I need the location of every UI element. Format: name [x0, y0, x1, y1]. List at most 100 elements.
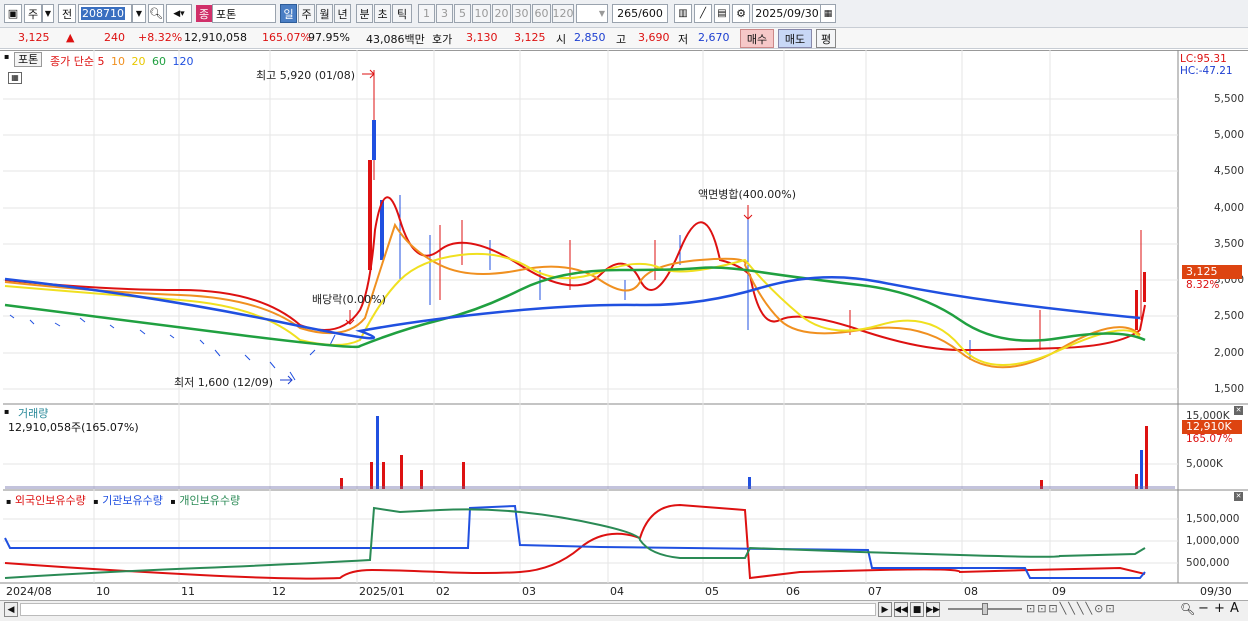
- zoom-in-icon[interactable]: +: [1214, 601, 1225, 616]
- count-field[interactable]: 265/600: [612, 4, 668, 23]
- period-second-label: 초: [377, 7, 388, 21]
- period-year-button[interactable]: 년: [334, 4, 351, 23]
- legend-bullet-icon: ▪: [170, 497, 176, 506]
- legend-bullet-icon: ▪: [6, 497, 12, 506]
- price-tick: 2,500: [1213, 310, 1244, 322]
- volume-current-tag: 12,910K: [1182, 420, 1242, 434]
- stock-tag[interactable]: 포톤: [14, 52, 43, 67]
- period-tick-button[interactable]: 틱: [392, 4, 412, 23]
- legend-bullet-icon: ▪: [93, 497, 99, 506]
- foreign-legend: 외국인보유수량: [14, 494, 86, 507]
- preset-30-button[interactable]: 30: [512, 4, 531, 23]
- draw-line-icon[interactable]: ╱: [694, 4, 712, 23]
- scope-select[interactable]: 전: [58, 4, 76, 23]
- preset-10-button[interactable]: 10: [472, 4, 491, 23]
- code-dropdown-icon[interactable]: ▼: [132, 4, 146, 23]
- institution-holdings-line: [4, 504, 1146, 579]
- low-label: 저: [678, 33, 689, 46]
- rewind-icon[interactable]: ◀◀: [894, 602, 908, 617]
- bid-label: 호가: [432, 33, 453, 46]
- volume-tick: 5,000K: [1186, 458, 1223, 470]
- sound-icon[interactable]: ◀▾: [166, 4, 192, 23]
- current-price: 3,125: [18, 31, 50, 44]
- sell-button[interactable]: 매도: [778, 29, 812, 48]
- preset-20-button[interactable]: 20: [492, 4, 511, 23]
- date-value: 2025/09/30: [755, 7, 819, 20]
- stock-name-field[interactable]: 포톤: [212, 4, 276, 23]
- period-second-button[interactable]: 초: [374, 4, 391, 23]
- preset-60-button[interactable]: 60: [532, 4, 551, 23]
- preset-3-label: 3: [441, 7, 448, 20]
- preset-3-button[interactable]: 3: [436, 4, 453, 23]
- search-icon[interactable]: 🔍︎: [148, 4, 164, 23]
- institution-legend: 기관보유수량: [102, 494, 163, 507]
- preset-dropdown-icon[interactable]: ▼: [576, 4, 608, 23]
- holdings-legend: ▪ 외국인보유수량 ▪ 기관보유수량 ▪ 개인보유수량: [6, 492, 240, 508]
- candle-type-icon[interactable]: ▥: [674, 4, 692, 23]
- date-field[interactable]: 2025/09/30: [752, 4, 822, 23]
- evaluate-button[interactable]: 평: [816, 29, 836, 48]
- change-percent: +8.32%: [138, 31, 183, 44]
- volume-menu-icon[interactable]: ▪: [4, 407, 9, 416]
- ma-title: 종가 단순: [50, 55, 94, 68]
- buy-label: 매수: [746, 32, 768, 46]
- code-input[interactable]: 208710: [78, 4, 132, 23]
- dividend-annotation: 배당락(0.00%): [312, 293, 386, 306]
- market-dropdown-icon[interactable]: ▼: [42, 4, 54, 23]
- volume-ratio: 165.07%: [262, 31, 311, 44]
- scroll-right-icon[interactable]: ▶: [878, 602, 892, 617]
- main-toolbar: ▣ 주 ▼ 전 208710 ▼ 🔍︎ ◀▾ 종 포톤 일 주 월 년 분 초 …: [0, 0, 1248, 28]
- holdings-tick: 1,500,000: [1186, 513, 1240, 525]
- volume-bars: [5, 416, 1175, 489]
- tool-icons[interactable]: ⊡⊡⊡╲╲╲╲⊙⊡: [1026, 602, 1117, 615]
- font-size-icon[interactable]: A: [1230, 601, 1239, 616]
- preset-5-label: 5: [459, 7, 466, 20]
- strength-value: 97.95%: [308, 31, 350, 44]
- scroll-left-icon[interactable]: ◀: [4, 602, 18, 617]
- preset-1-button[interactable]: 1: [418, 4, 435, 23]
- price-tick: 5,000: [1213, 129, 1244, 141]
- period-tick-label: 틱: [396, 7, 408, 21]
- stock-name: 포톤: [216, 7, 237, 21]
- x-label: 2024/08: [6, 585, 52, 598]
- open-price: 2,850: [574, 31, 606, 44]
- price-tick: 3,500: [1213, 238, 1244, 250]
- gear-icon[interactable]: ⚙: [732, 4, 750, 23]
- low-arrow-icon: [280, 375, 293, 385]
- volume-readout: 12,910,058주(165.07%): [8, 421, 139, 434]
- high-annotation: 최고 5,920 (01/08): [256, 69, 356, 82]
- dividend-arrow-icon: [345, 310, 355, 325]
- fast-forward-icon[interactable]: ▶▶: [926, 602, 940, 617]
- calendar-icon[interactable]: ▦: [820, 4, 836, 23]
- market-select[interactable]: 주: [24, 4, 42, 23]
- code-value: 208710: [81, 7, 125, 20]
- period-week-button[interactable]: 주: [298, 4, 315, 23]
- x-label: 12: [272, 585, 286, 598]
- preset-5-button[interactable]: 5: [454, 4, 471, 23]
- zoom-icon[interactable]: 🔍︎: [1180, 602, 1195, 616]
- window-menu-icon[interactable]: ▣: [4, 4, 22, 23]
- zoom-slider-handle[interactable]: [982, 603, 988, 615]
- scroll-track[interactable]: [20, 603, 876, 616]
- period-day-button[interactable]: 일: [280, 4, 297, 23]
- price-tick: 2,000: [1213, 347, 1244, 359]
- count-value: 265: [617, 7, 639, 20]
- chart-canvas: [0, 50, 1248, 584]
- candlesticks: [9, 70, 1146, 381]
- period-minute-button[interactable]: 분: [356, 4, 373, 23]
- period-month-button[interactable]: 월: [316, 4, 333, 23]
- buy-button[interactable]: 매수: [740, 29, 774, 48]
- evaluate-label: 평: [820, 32, 832, 46]
- panel-menu-icon[interactable]: ▪: [4, 53, 12, 61]
- high-arrow-icon: [362, 69, 375, 79]
- ma-legend: 종가 단순 5 10 20 60 120: [50, 53, 193, 69]
- stop-icon[interactable]: ■: [910, 602, 924, 617]
- price-tick: 4,500: [1213, 165, 1244, 177]
- preset-120-button[interactable]: 120: [552, 4, 574, 23]
- holdings-close-icon[interactable]: ✕: [1234, 492, 1243, 501]
- calculator-icon[interactable]: ▦: [8, 72, 22, 84]
- save-icon[interactable]: ▤: [714, 4, 730, 23]
- zoom-out-icon[interactable]: −: [1198, 601, 1209, 616]
- x-label: 09: [1052, 585, 1066, 598]
- preset-10-label: 10: [474, 7, 489, 20]
